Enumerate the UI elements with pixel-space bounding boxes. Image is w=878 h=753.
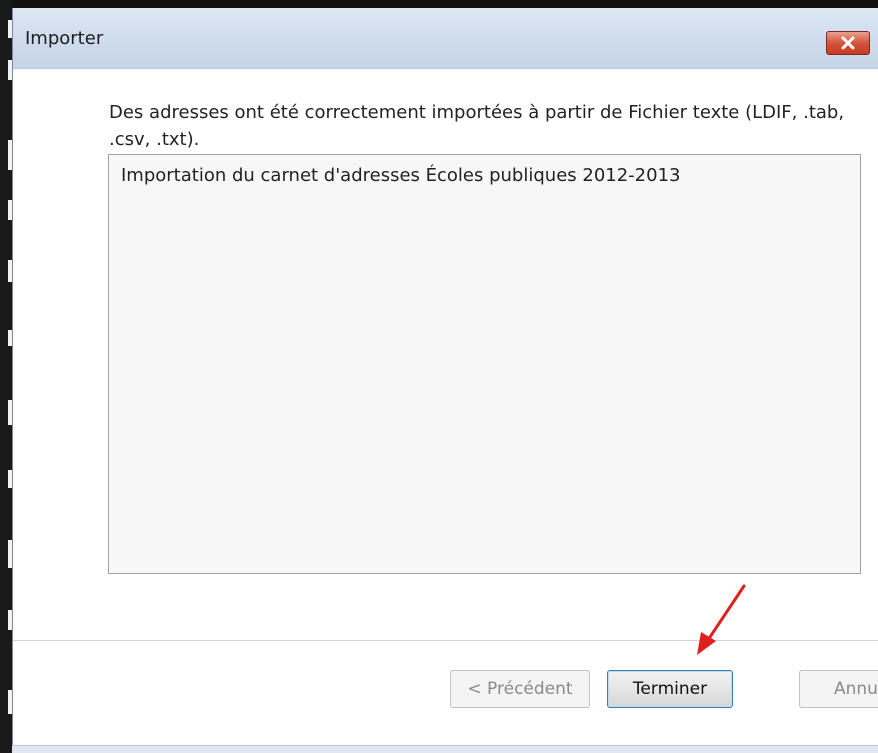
dialog-title: Importer	[25, 28, 104, 49]
background-window-frame-top	[0, 0, 878, 8]
list-item[interactable]: Importation du carnet d'adresses Écoles …	[121, 165, 680, 186]
dialog-bottom-edge	[12, 745, 878, 753]
import-dialog: Importer Des adresses ont été correcteme…	[12, 8, 878, 753]
cancel-button[interactable]: Annu	[799, 670, 878, 708]
finish-button[interactable]: Terminer	[607, 670, 733, 708]
close-icon	[841, 36, 855, 50]
screenshot: Importer Des adresses ont été correcteme…	[0, 0, 878, 753]
import-success-message: Des adresses ont été correctement import…	[109, 102, 845, 150]
background-window-frame-left	[0, 0, 12, 753]
close-button[interactable]	[826, 31, 870, 55]
previous-button[interactable]: < Précédent	[450, 670, 590, 708]
button-divider	[13, 640, 878, 641]
title-bar[interactable]: Importer	[13, 8, 878, 69]
import-results-list[interactable]: Importation du carnet d'adresses Écoles …	[108, 154, 861, 574]
